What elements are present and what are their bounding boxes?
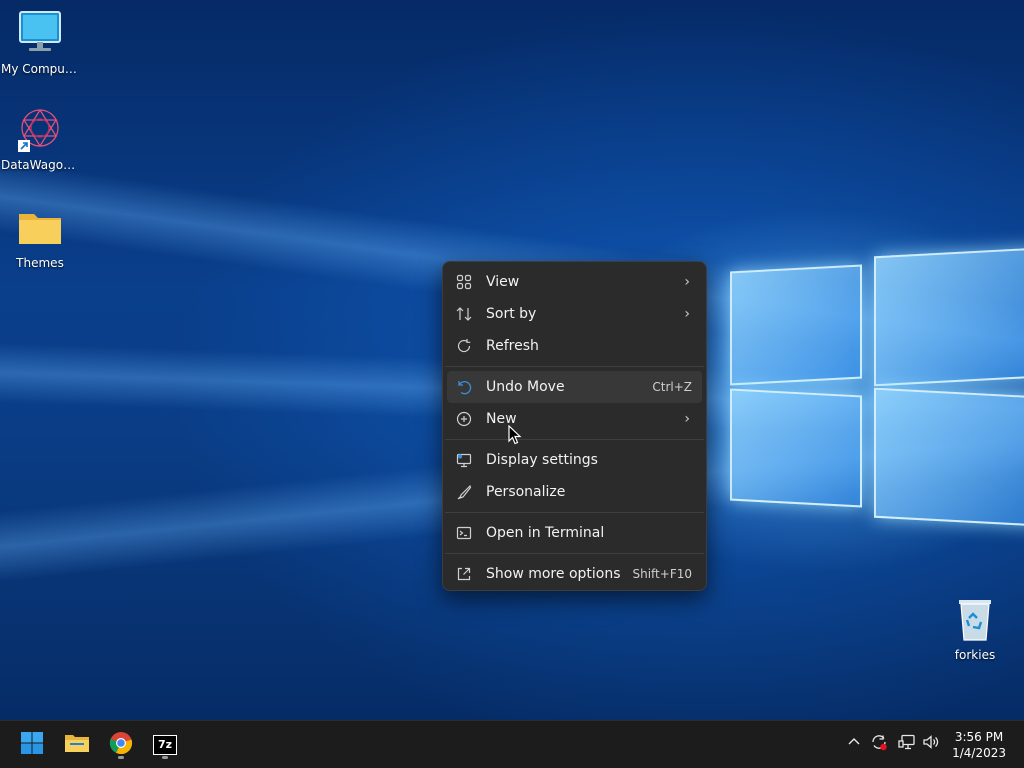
desktop-icon-label: My Computer (1, 62, 79, 76)
running-indicator (118, 756, 124, 759)
menu-item-label: Refresh (486, 338, 539, 354)
menu-item-display-settings[interactable]: Display settings (447, 444, 702, 476)
seven-zip-icon: 7z (153, 735, 177, 755)
taskbar-start-button[interactable] (16, 729, 48, 761)
taskbar-chrome[interactable] (105, 729, 137, 761)
menu-item-label: Show more options (486, 566, 621, 582)
menu-item-shortcut: Shift+F10 (632, 567, 692, 581)
grid-view-icon (455, 273, 473, 291)
desktop-icon-themes[interactable]: Themes (0, 204, 80, 270)
file-explorer-icon (64, 731, 90, 759)
menu-separator (445, 512, 704, 513)
menu-item-sort-by[interactable]: Sort by › (447, 298, 702, 330)
datawagon-app-icon (16, 106, 64, 154)
menu-separator (445, 553, 704, 554)
menu-item-undo-move[interactable]: Undo Move Ctrl+Z (447, 371, 702, 403)
clock-time: 3:56 PM (954, 730, 1004, 744)
menu-separator (445, 439, 704, 440)
menu-item-shortcut: Ctrl+Z (652, 380, 692, 394)
brush-icon (455, 483, 473, 501)
menu-item-label: Open in Terminal (486, 525, 605, 541)
tray-network-icon[interactable] (898, 733, 916, 755)
menu-item-label: Sort by (486, 306, 537, 322)
recycle-bin-icon (951, 596, 999, 644)
tray-clock[interactable]: 3:56 PM 1/4/2023 (952, 729, 1006, 761)
menu-item-label: Display settings (486, 452, 598, 468)
undo-icon (455, 378, 473, 396)
taskbar-7zip[interactable]: 7z (149, 729, 181, 761)
taskbar-file-explorer[interactable] (61, 729, 93, 761)
share-icon (455, 565, 473, 583)
chrome-icon (109, 731, 133, 759)
new-plus-icon (455, 410, 473, 428)
tray-chevron-up-icon[interactable] (848, 734, 860, 750)
menu-item-view[interactable]: View › (447, 266, 702, 298)
menu-item-refresh[interactable]: Refresh (447, 330, 702, 362)
windows-start-icon (20, 731, 44, 759)
clock-date: 1/4/2023 (952, 746, 1006, 760)
sort-icon (455, 305, 473, 323)
logo-pane (730, 264, 862, 386)
logo-pane (874, 387, 1024, 527)
chevron-right-icon: › (684, 306, 690, 322)
display-settings-icon (455, 451, 473, 469)
menu-item-show-more-options[interactable]: Show more options Shift+F10 (447, 558, 702, 590)
menu-item-label: View (486, 274, 520, 290)
refresh-icon (455, 337, 473, 355)
desktop-icon-datawagon[interactable]: DataWagon... (0, 106, 80, 172)
monitor-icon (16, 10, 64, 58)
running-indicator (162, 756, 168, 759)
desktop-icon-label: forkies (954, 648, 996, 662)
menu-item-new[interactable]: New › (447, 403, 702, 435)
tray-volume-icon[interactable] (922, 733, 940, 755)
logo-pane (730, 388, 862, 508)
desktop-context-menu: View › Sort by › Refresh Undo Move Ctrl+… (442, 261, 707, 591)
menu-separator (445, 366, 704, 367)
tray-sync-icon[interactable] (870, 733, 888, 755)
taskbar: 7z 3:56 PM 1/4/2023 (0, 720, 1024, 768)
chevron-right-icon: › (684, 274, 690, 290)
desktop-icon-label: Themes (16, 256, 64, 270)
mouse-cursor-icon (508, 424, 522, 449)
menu-item-open-in-terminal[interactable]: Open in Terminal (447, 517, 702, 549)
menu-item-personalize[interactable]: Personalize (447, 476, 702, 508)
desktop-icon-my-computer[interactable]: My Computer (0, 10, 80, 76)
desktop-wallpaper[interactable]: My Computer DataWagon... Themes forkies … (0, 0, 1024, 720)
logo-pane (874, 247, 1024, 387)
terminal-icon (455, 524, 473, 542)
menu-item-label: Undo Move (486, 379, 565, 395)
chevron-right-icon: › (684, 411, 690, 427)
desktop-icon-recycle-bin[interactable]: forkies (935, 596, 1015, 662)
folder-icon (16, 204, 64, 252)
desktop-icon-label: DataWagon... (1, 158, 79, 172)
menu-item-label: Personalize (486, 484, 566, 500)
